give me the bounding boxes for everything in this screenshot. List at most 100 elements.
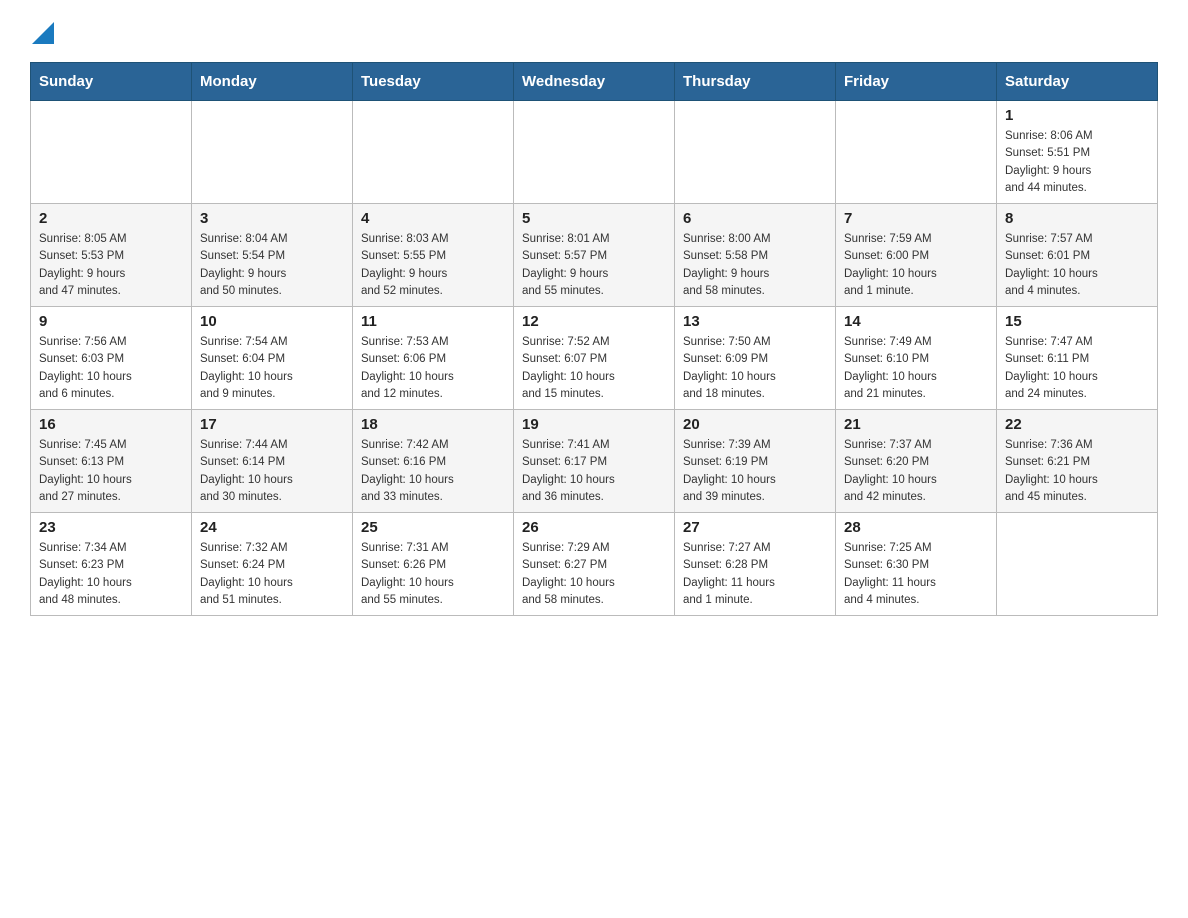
calendar-cell	[675, 101, 836, 204]
calendar-cell: 8Sunrise: 7:57 AM Sunset: 6:01 PM Daylig…	[997, 204, 1158, 307]
day-info: Sunrise: 7:53 AM Sunset: 6:06 PM Dayligh…	[361, 334, 505, 403]
calendar-week-row: 9 Sunrise: 7:56 AM Sunset: 6:03 PM Daylig…	[31, 307, 1158, 410]
calendar-table: SundayMondayTuesdayWednesdayThursdayFrid…	[30, 62, 1158, 616]
day-number: 2	[39, 210, 183, 227]
calendar-cell: 3 Sunrise: 8:04 AM Sunset: 5:54 PM Daylig…	[192, 204, 353, 307]
day-info: Sunrise: 8:05 AM Sunset: 5:53 PM Dayligh…	[39, 231, 183, 300]
day-info: Sunrise: 8:04 AM Sunset: 5:54 PM Dayligh…	[200, 231, 344, 300]
logo	[30, 20, 54, 44]
calendar-cell: 28 Sunrise: 7:25 AM Sunset: 6:30 PM Dayli…	[836, 513, 997, 616]
calendar-cell: 5 Sunrise: 8:01 AM Sunset: 5:57 PM Daylig…	[514, 204, 675, 307]
day-info: Sunrise: 7:39 AM Sunset: 6:19 PM Dayligh…	[683, 437, 827, 506]
day-of-week-header: Friday	[836, 63, 997, 101]
day-number: 10	[200, 313, 344, 330]
day-number: 22	[1005, 416, 1149, 433]
day-info: Sunrise: 7:49 AM Sunset: 6:10 PM Dayligh…	[844, 334, 988, 403]
day-number: 13	[683, 313, 827, 330]
day-number: 9	[39, 313, 183, 330]
calendar-week-row: 2 Sunrise: 8:05 AM Sunset: 5:53 PM Daylig…	[31, 204, 1158, 307]
day-info: Sunrise: 7:41 AM Sunset: 6:17 PM Dayligh…	[522, 437, 666, 506]
day-number: 12	[522, 313, 666, 330]
day-number: 27	[683, 519, 827, 536]
day-number: 18	[361, 416, 505, 433]
calendar-cell: 6 Sunrise: 8:00 AM Sunset: 5:58 PM Daylig…	[675, 204, 836, 307]
day-number: 5	[522, 210, 666, 227]
day-number: 28	[844, 519, 988, 536]
day-number: 25	[361, 519, 505, 536]
day-info: Sunrise: 7:54 AM Sunset: 6:04 PM Dayligh…	[200, 334, 344, 403]
calendar-cell: 25 Sunrise: 7:31 AM Sunset: 6:26 PM Dayli…	[353, 513, 514, 616]
calendar-week-row: 16 Sunrise: 7:45 AM Sunset: 6:13 PM Dayli…	[31, 410, 1158, 513]
day-number: 19	[522, 416, 666, 433]
day-info: Sunrise: 8:03 AM Sunset: 5:55 PM Dayligh…	[361, 231, 505, 300]
calendar-cell: 19 Sunrise: 7:41 AM Sunset: 6:17 PM Dayli…	[514, 410, 675, 513]
day-info: Sunrise: 8:00 AM Sunset: 5:58 PM Dayligh…	[683, 231, 827, 300]
day-info: Sunrise: 7:25 AM Sunset: 6:30 PM Dayligh…	[844, 540, 988, 609]
calendar-cell: 26 Sunrise: 7:29 AM Sunset: 6:27 PM Dayli…	[514, 513, 675, 616]
day-info: Sunrise: 7:57 AM Sunset: 6:01 PM Dayligh…	[1005, 231, 1149, 300]
day-info: Sunrise: 7:27 AM Sunset: 6:28 PM Dayligh…	[683, 540, 827, 609]
calendar-cell: 20 Sunrise: 7:39 AM Sunset: 6:19 PM Dayli…	[675, 410, 836, 513]
day-info: Sunrise: 7:36 AM Sunset: 6:21 PM Dayligh…	[1005, 437, 1149, 506]
day-info: Sunrise: 7:44 AM Sunset: 6:14 PM Dayligh…	[200, 437, 344, 506]
calendar-cell: 14 Sunrise: 7:49 AM Sunset: 6:10 PM Dayli…	[836, 307, 997, 410]
day-number: 4	[361, 210, 505, 227]
day-number: 6	[683, 210, 827, 227]
day-number: 16	[39, 416, 183, 433]
calendar-cell: 9 Sunrise: 7:56 AM Sunset: 6:03 PM Daylig…	[31, 307, 192, 410]
calendar-cell: 12 Sunrise: 7:52 AM Sunset: 6:07 PM Dayli…	[514, 307, 675, 410]
logo-triangle-icon	[32, 22, 54, 44]
day-info: Sunrise: 7:56 AM Sunset: 6:03 PM Dayligh…	[39, 334, 183, 403]
day-info: Sunrise: 7:29 AM Sunset: 6:27 PM Dayligh…	[522, 540, 666, 609]
day-number: 14	[844, 313, 988, 330]
day-of-week-header: Thursday	[675, 63, 836, 101]
day-of-week-header: Wednesday	[514, 63, 675, 101]
calendar-cell: 21 Sunrise: 7:37 AM Sunset: 6:20 PM Dayli…	[836, 410, 997, 513]
calendar-cell	[353, 101, 514, 204]
calendar-cell	[997, 513, 1158, 616]
day-info: Sunrise: 7:59 AM Sunset: 6:00 PM Dayligh…	[844, 231, 988, 300]
day-number: 23	[39, 519, 183, 536]
day-info: Sunrise: 7:32 AM Sunset: 6:24 PM Dayligh…	[200, 540, 344, 609]
calendar-cell: 27 Sunrise: 7:27 AM Sunset: 6:28 PM Dayli…	[675, 513, 836, 616]
calendar-cell: 22 Sunrise: 7:36 AM Sunset: 6:21 PM Dayli…	[997, 410, 1158, 513]
calendar-cell: 24 Sunrise: 7:32 AM Sunset: 6:24 PM Dayli…	[192, 513, 353, 616]
day-info: Sunrise: 7:50 AM Sunset: 6:09 PM Dayligh…	[683, 334, 827, 403]
day-number: 21	[844, 416, 988, 433]
calendar-cell: 7 Sunrise: 7:59 AM Sunset: 6:00 PM Daylig…	[836, 204, 997, 307]
day-info: Sunrise: 7:42 AM Sunset: 6:16 PM Dayligh…	[361, 437, 505, 506]
day-info: Sunrise: 7:45 AM Sunset: 6:13 PM Dayligh…	[39, 437, 183, 506]
day-info: Sunrise: 7:37 AM Sunset: 6:20 PM Dayligh…	[844, 437, 988, 506]
day-number: 15	[1005, 313, 1149, 330]
day-number: 1	[1005, 107, 1149, 124]
day-of-week-header: Saturday	[997, 63, 1158, 101]
calendar-cell: 17Sunrise: 7:44 AM Sunset: 6:14 PM Dayli…	[192, 410, 353, 513]
day-of-week-header: Monday	[192, 63, 353, 101]
day-info: Sunrise: 7:34 AM Sunset: 6:23 PM Dayligh…	[39, 540, 183, 609]
day-info: Sunrise: 7:52 AM Sunset: 6:07 PM Dayligh…	[522, 334, 666, 403]
day-number: 20	[683, 416, 827, 433]
day-info: Sunrise: 8:01 AM Sunset: 5:57 PM Dayligh…	[522, 231, 666, 300]
logo-icon	[30, 20, 54, 44]
day-info: Sunrise: 8:06 AM Sunset: 5:51 PM Dayligh…	[1005, 128, 1149, 197]
day-number: 26	[522, 519, 666, 536]
calendar-cell: 13 Sunrise: 7:50 AM Sunset: 6:09 PM Dayli…	[675, 307, 836, 410]
calendar-week-row: 1 Sunrise: 8:06 AM Sunset: 5:51 PM Daylig…	[31, 101, 1158, 204]
day-number: 11	[361, 313, 505, 330]
calendar-cell	[192, 101, 353, 204]
day-of-week-header: Tuesday	[353, 63, 514, 101]
calendar-cell: 4 Sunrise: 8:03 AM Sunset: 5:55 PM Daylig…	[353, 204, 514, 307]
day-number: 24	[200, 519, 344, 536]
calendar-cell: 2 Sunrise: 8:05 AM Sunset: 5:53 PM Daylig…	[31, 204, 192, 307]
day-number: 3	[200, 210, 344, 227]
calendar-cell	[514, 101, 675, 204]
calendar-cell	[31, 101, 192, 204]
calendar-header-row: SundayMondayTuesdayWednesdayThursdayFrid…	[31, 63, 1158, 101]
day-number: 7	[844, 210, 988, 227]
day-of-week-header: Sunday	[31, 63, 192, 101]
calendar-cell: 15 Sunrise: 7:47 AM Sunset: 6:11 PM Dayli…	[997, 307, 1158, 410]
day-info: Sunrise: 7:31 AM Sunset: 6:26 PM Dayligh…	[361, 540, 505, 609]
calendar-cell: 18 Sunrise: 7:42 AM Sunset: 6:16 PM Dayli…	[353, 410, 514, 513]
calendar-cell: 16 Sunrise: 7:45 AM Sunset: 6:13 PM Dayli…	[31, 410, 192, 513]
day-info: Sunrise: 7:47 AM Sunset: 6:11 PM Dayligh…	[1005, 334, 1149, 403]
